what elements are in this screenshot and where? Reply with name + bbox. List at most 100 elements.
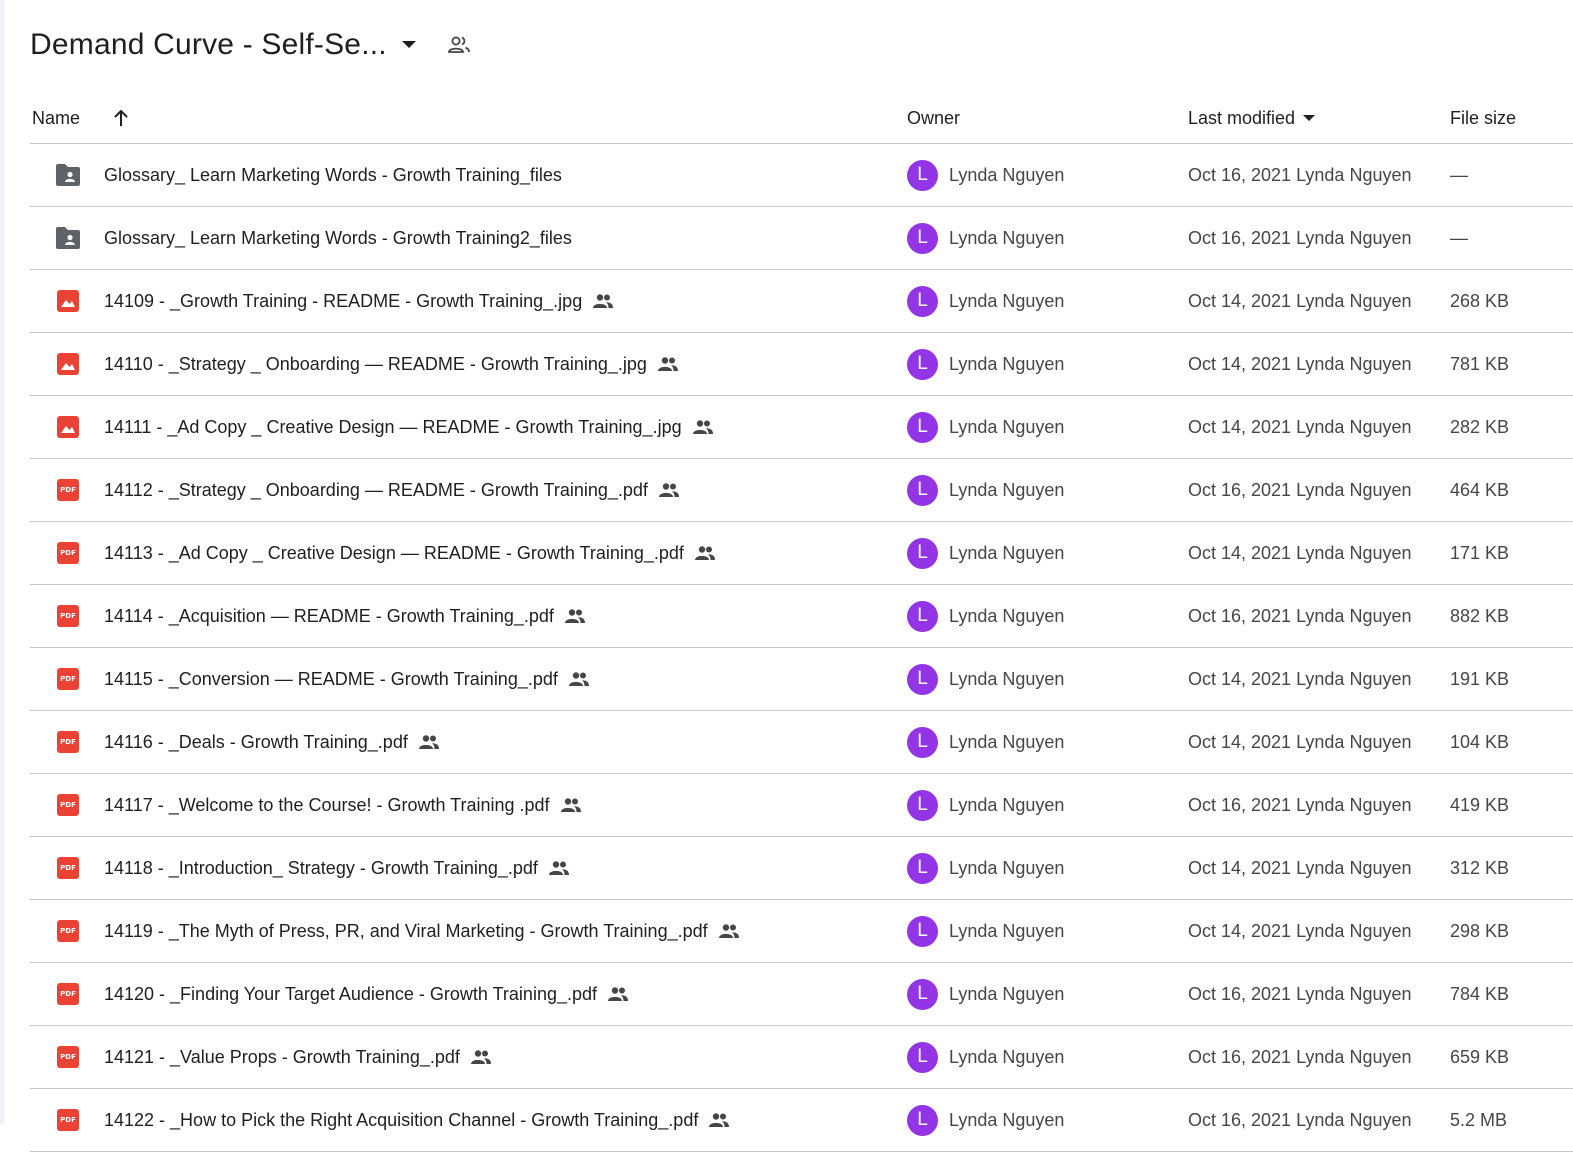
people-icon (694, 545, 716, 561)
image-file-icon (54, 396, 82, 458)
pdf-file-icon: PDF (54, 1089, 82, 1151)
owner-cell: L Lynda Nguyen (907, 585, 1064, 647)
file-name-cell[interactable]: 14112 - _Strategy _ Onboarding — README … (104, 459, 680, 521)
table-row[interactable]: 14109 - _Growth Training - README - Grow… (30, 270, 1573, 333)
avatar[interactable]: L (907, 600, 938, 632)
table-row[interactable]: PDF 14116 - _Deals - Growth Training_.pd… (30, 711, 1573, 774)
file-name: 14109 - _Growth Training - README - Grow… (104, 290, 583, 311)
people-icon (564, 608, 586, 624)
avatar[interactable]: L (907, 978, 938, 1010)
people-icon (607, 986, 629, 1002)
avatar[interactable]: L (907, 537, 938, 569)
file-name-cell[interactable]: 14122 - _How to Pick the Right Acquisiti… (104, 1089, 730, 1151)
file-name: 14121 - _Value Props - Growth Training_.… (104, 1046, 460, 1067)
file-name-cell[interactable]: 14114 - _Acquisition — README - Growth T… (104, 585, 586, 647)
file-name-cell[interactable]: 14109 - _Growth Training - README - Grow… (104, 270, 614, 332)
arrow-up-icon[interactable] (110, 95, 132, 141)
image-file-icon (54, 333, 82, 395)
table-row[interactable]: PDF 14122 - _How to Pick the Right Acqui… (30, 1089, 1573, 1152)
avatar[interactable]: L (907, 474, 938, 506)
file-name: 14117 - _Welcome to the Course! - Growth… (104, 794, 550, 815)
people-icon (692, 419, 714, 435)
left-panel-edge (0, 0, 4, 1125)
file-list: Glossary_ Learn Marketing Words - Growth… (30, 144, 1573, 1152)
table-row[interactable]: PDF 14119 - _The Myth of Press, PR, and … (30, 900, 1573, 963)
avatar[interactable]: L (907, 789, 938, 821)
file-name-cell[interactable]: 14120 - _Finding Your Target Audience - … (104, 963, 629, 1025)
file-name-cell[interactable]: 14121 - _Value Props - Growth Training_.… (104, 1026, 492, 1088)
file-size-cell: 298 KB (1450, 920, 1510, 941)
file-name: 14122 - _How to Pick the Right Acquisiti… (104, 1109, 699, 1130)
column-owner-header[interactable]: Owner (907, 95, 960, 141)
column-file-size-header[interactable]: File size (1450, 95, 1516, 141)
file-size-cell: 659 KB (1450, 1046, 1510, 1067)
file-name: Glossary_ Learn Marketing Words - Growth… (104, 227, 572, 248)
avatar[interactable]: L (907, 285, 938, 317)
file-name: 14119 - _The Myth of Press, PR, and Vira… (104, 920, 708, 941)
shared-folder-icon (54, 144, 82, 206)
file-size-cell: 464 KB (1450, 479, 1510, 500)
file-name-cell[interactable]: Glossary_ Learn Marketing Words - Growth… (104, 207, 572, 269)
file-name-cell[interactable]: 14111 - _Ad Copy _ Creative Design — REA… (104, 396, 714, 458)
owner-cell: L Lynda Nguyen (907, 396, 1064, 458)
table-row[interactable]: PDF 14121 - _Value Props - Growth Traini… (30, 1026, 1573, 1089)
avatar[interactable]: L (907, 915, 938, 947)
avatar[interactable]: L (907, 1104, 938, 1136)
file-name: 14115 - _Conversion — README - Growth Tr… (104, 668, 558, 689)
file-size-cell: 781 KB (1450, 353, 1510, 374)
table-row[interactable]: PDF 14112 - _Strategy _ Onboarding — REA… (30, 459, 1573, 522)
pdf-file-icon: PDF (54, 648, 82, 710)
avatar[interactable]: L (907, 348, 938, 380)
people-icon (718, 923, 740, 939)
file-name: Glossary_ Learn Marketing Words - Growth… (104, 164, 562, 185)
table-row[interactable]: 14111 - _Ad Copy _ Creative Design — REA… (30, 396, 1573, 459)
table-row[interactable]: PDF 14113 - _Ad Copy _ Creative Design —… (30, 522, 1573, 585)
file-name: 14120 - _Finding Your Target Audience - … (104, 983, 597, 1004)
avatar[interactable]: L (907, 663, 938, 695)
column-last-modified-label: Last modified (1188, 107, 1296, 128)
avatar[interactable]: L (907, 726, 938, 758)
table-row[interactable]: Glossary_ Learn Marketing Words - Growth… (30, 207, 1573, 270)
avatar[interactable]: L (907, 222, 938, 254)
people-outline-icon[interactable] (445, 31, 473, 59)
avatar[interactable]: L (907, 1041, 938, 1073)
table-row[interactable]: PDF 14115 - _Conversion — README - Growt… (30, 648, 1573, 711)
column-name-header[interactable]: Name (32, 95, 80, 141)
file-name-cell[interactable]: 14117 - _Welcome to the Course! - Growth… (104, 774, 582, 836)
last-modified-cell: Oct 14, 2021 Lynda Nguyen (1188, 542, 1412, 563)
file-name-cell[interactable]: 14119 - _The Myth of Press, PR, and Vira… (104, 900, 740, 962)
table-row[interactable]: PDF 14118 - _Introduction_ Strategy - Gr… (30, 837, 1573, 900)
avatar[interactable]: L (907, 159, 938, 191)
file-name-cell[interactable]: 14110 - _Strategy _ Onboarding — README … (104, 333, 679, 395)
people-icon (657, 356, 679, 372)
last-modified-cell: Oct 14, 2021 Lynda Nguyen (1188, 668, 1412, 689)
pdf-file-icon: PDF (54, 522, 82, 584)
file-name-cell[interactable]: 14113 - _Ad Copy _ Creative Design — REA… (104, 522, 716, 584)
avatar[interactable]: L (907, 411, 938, 443)
avatar[interactable]: L (907, 852, 938, 884)
table-row[interactable]: PDF 14117 - _Welcome to the Course! - Gr… (30, 774, 1573, 837)
owner-name: Lynda Nguyen (949, 227, 1065, 248)
file-name-cell[interactable]: 14115 - _Conversion — README - Growth Tr… (104, 648, 590, 710)
last-modified-cell: Oct 16, 2021 Lynda Nguyen (1188, 1046, 1412, 1067)
pdf-file-icon: PDF (54, 1026, 82, 1088)
pdf-file-icon: PDF (54, 459, 82, 521)
table-row[interactable]: PDF 14114 - _Acquisition — README - Grow… (30, 585, 1573, 648)
folder-title[interactable]: Demand Curve - Self-Se... (30, 28, 387, 62)
people-icon (568, 671, 590, 687)
column-last-modified-header[interactable]: Last modified (1188, 95, 1316, 141)
arrow-drop-down-icon[interactable] (397, 33, 421, 57)
owner-cell: L Lynda Nguyen (907, 963, 1064, 1025)
file-size-cell: 104 KB (1450, 731, 1510, 752)
file-name-cell[interactable]: 14116 - _Deals - Growth Training_.pdf (104, 711, 440, 773)
table-row[interactable]: 14110 - _Strategy _ Onboarding — README … (30, 333, 1573, 396)
file-name-cell[interactable]: 14118 - _Introduction_ Strategy - Growth… (104, 837, 570, 899)
pdf-file-icon: PDF (54, 963, 82, 1025)
file-size-cell: — (1450, 164, 1468, 185)
owner-cell: L Lynda Nguyen (907, 1089, 1064, 1151)
last-modified-cell: Oct 14, 2021 Lynda Nguyen (1188, 290, 1412, 311)
file-name-cell[interactable]: Glossary_ Learn Marketing Words - Growth… (104, 144, 562, 206)
owner-name: Lynda Nguyen (949, 857, 1065, 878)
table-row[interactable]: Glossary_ Learn Marketing Words - Growth… (30, 144, 1573, 207)
table-row[interactable]: PDF 14120 - _Finding Your Target Audienc… (30, 963, 1573, 1026)
